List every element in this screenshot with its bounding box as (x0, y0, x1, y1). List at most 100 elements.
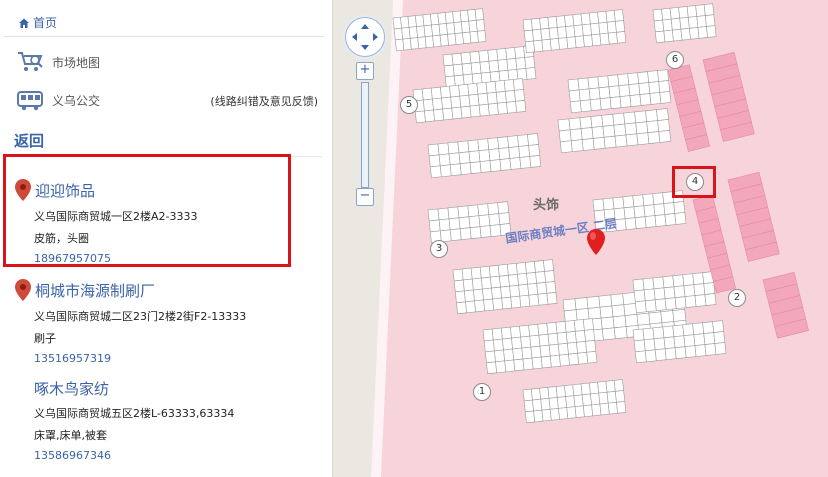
stall-cell (527, 133, 539, 146)
stall-cell (567, 341, 578, 355)
stall-cell (672, 274, 685, 288)
stall-cell (468, 215, 481, 229)
stall-cell (469, 104, 481, 118)
zoom-slider[interactable] (361, 82, 369, 188)
stall-cell (682, 273, 695, 287)
stall-cell (646, 120, 660, 134)
stall-cell (590, 22, 601, 36)
stall-cell (663, 29, 674, 43)
stall-cell (452, 63, 464, 77)
stall-cell (454, 32, 464, 45)
stall-cell (673, 335, 686, 349)
stall-cell (673, 201, 686, 214)
zoom-in-button[interactable]: + (356, 62, 374, 80)
stall-cell (592, 136, 606, 150)
stall-cell (601, 113, 615, 127)
stall-cell (577, 77, 590, 91)
stall-cell (578, 88, 591, 102)
stall-cell (652, 276, 665, 290)
stall-cell (613, 326, 628, 340)
stall-cell (654, 348, 667, 362)
sidebar: 首页 市场地图 义乌公交 (线路纠错及意见反馈) 返回 迎迎饰品 义乌国际商贸城… (0, 0, 333, 477)
feedback-link[interactable]: (线路纠错及意见反馈) (210, 93, 318, 109)
stall-cell (674, 296, 687, 309)
back-link[interactable]: 返回 (14, 130, 44, 151)
stall-cell (522, 357, 534, 371)
stall-cell (703, 332, 716, 345)
stall-cell (702, 321, 715, 334)
stall-cell (617, 73, 630, 87)
gate-marker-5[interactable]: 5 (400, 96, 418, 114)
stall-cell (444, 11, 455, 24)
stall-cell (564, 14, 575, 27)
stall-cell (515, 57, 527, 70)
zoom-out-button[interactable]: − (356, 188, 374, 206)
stall-cell (503, 79, 515, 92)
stall-cell (442, 107, 454, 121)
market-map[interactable]: 头饰 国际商贸城一区 二层 1 2 3 4 5 6 + − (333, 0, 828, 477)
stall-cell (533, 409, 544, 423)
stall-cell (609, 96, 622, 109)
stall-cell (492, 297, 504, 311)
gate-marker-6[interactable]: 6 (666, 51, 684, 69)
stall-cell (585, 340, 597, 353)
pan-control[interactable] (345, 17, 385, 57)
stall-cell (632, 194, 645, 208)
stall-cell (635, 121, 649, 135)
stall-cell (643, 204, 656, 217)
stall-block (427, 133, 542, 179)
nav-bus[interactable]: 义乌公交 (16, 88, 100, 112)
stall-cell (487, 49, 499, 62)
stall-cell (664, 213, 677, 226)
stall-cell (423, 24, 433, 38)
stall-cell (449, 84, 461, 98)
stall-cell (569, 100, 582, 114)
zoom-control: + − (356, 62, 374, 208)
stall-cell (647, 70, 659, 83)
shop-item[interactable]: 啄木鸟家纺 义乌国际商贸城五区2楼L-63333,63334 床罩,床单,被套 … (14, 378, 234, 462)
stall-cell (564, 320, 576, 333)
stall-cell (599, 305, 614, 319)
gate-marker-1[interactable]: 1 (473, 383, 491, 401)
stall-cell (518, 145, 531, 158)
stall-cell (467, 204, 480, 218)
stall-cell (537, 292, 549, 306)
stall-cell (648, 81, 661, 94)
shop-name[interactable]: 桐城市海源制刷厂 (35, 280, 155, 301)
stall-cell (662, 275, 675, 289)
stall-cell (479, 225, 492, 238)
home-link[interactable]: 首页 (18, 14, 57, 31)
stall-cell (678, 6, 689, 19)
shop-name[interactable]: 啄木鸟家纺 (34, 378, 109, 399)
stall-cell (533, 39, 544, 53)
shop-item[interactable]: 桐城市海源制刷厂 义乌国际商贸城二区23门2楼2街F2-13333 刷子 135… (14, 278, 246, 365)
map-canvas[interactable] (333, 0, 828, 477)
location-marker-icon[interactable] (585, 228, 607, 260)
stall-cell (487, 137, 500, 150)
nav-market-map[interactable]: 市场地图 (16, 50, 100, 74)
stall-block (522, 379, 627, 424)
stall-cell (470, 61, 482, 75)
stall-cell (528, 293, 540, 307)
stall-cell (606, 21, 617, 34)
stall-cell (416, 25, 426, 38)
stall-cell (574, 35, 585, 48)
stall-cell (588, 381, 600, 395)
stall-cell (453, 279, 465, 293)
stall-cell (712, 320, 724, 333)
stall-cell (606, 391, 617, 404)
stall-cell (512, 347, 524, 361)
stall-cell (543, 259, 554, 272)
stall-cell (541, 408, 552, 422)
stall-cell (672, 309, 687, 322)
stall-cell (695, 4, 706, 17)
shop-phone: 13516957319 (34, 352, 111, 365)
stall-cell (476, 82, 488, 95)
stall-cell (644, 299, 657, 313)
gate-marker-3[interactable]: 3 (430, 240, 448, 258)
stall-cell (679, 17, 690, 30)
stall-cell (546, 322, 558, 335)
stall-cell (538, 333, 550, 347)
stall-cell (544, 270, 556, 283)
gate-marker-2[interactable]: 2 (728, 289, 746, 307)
